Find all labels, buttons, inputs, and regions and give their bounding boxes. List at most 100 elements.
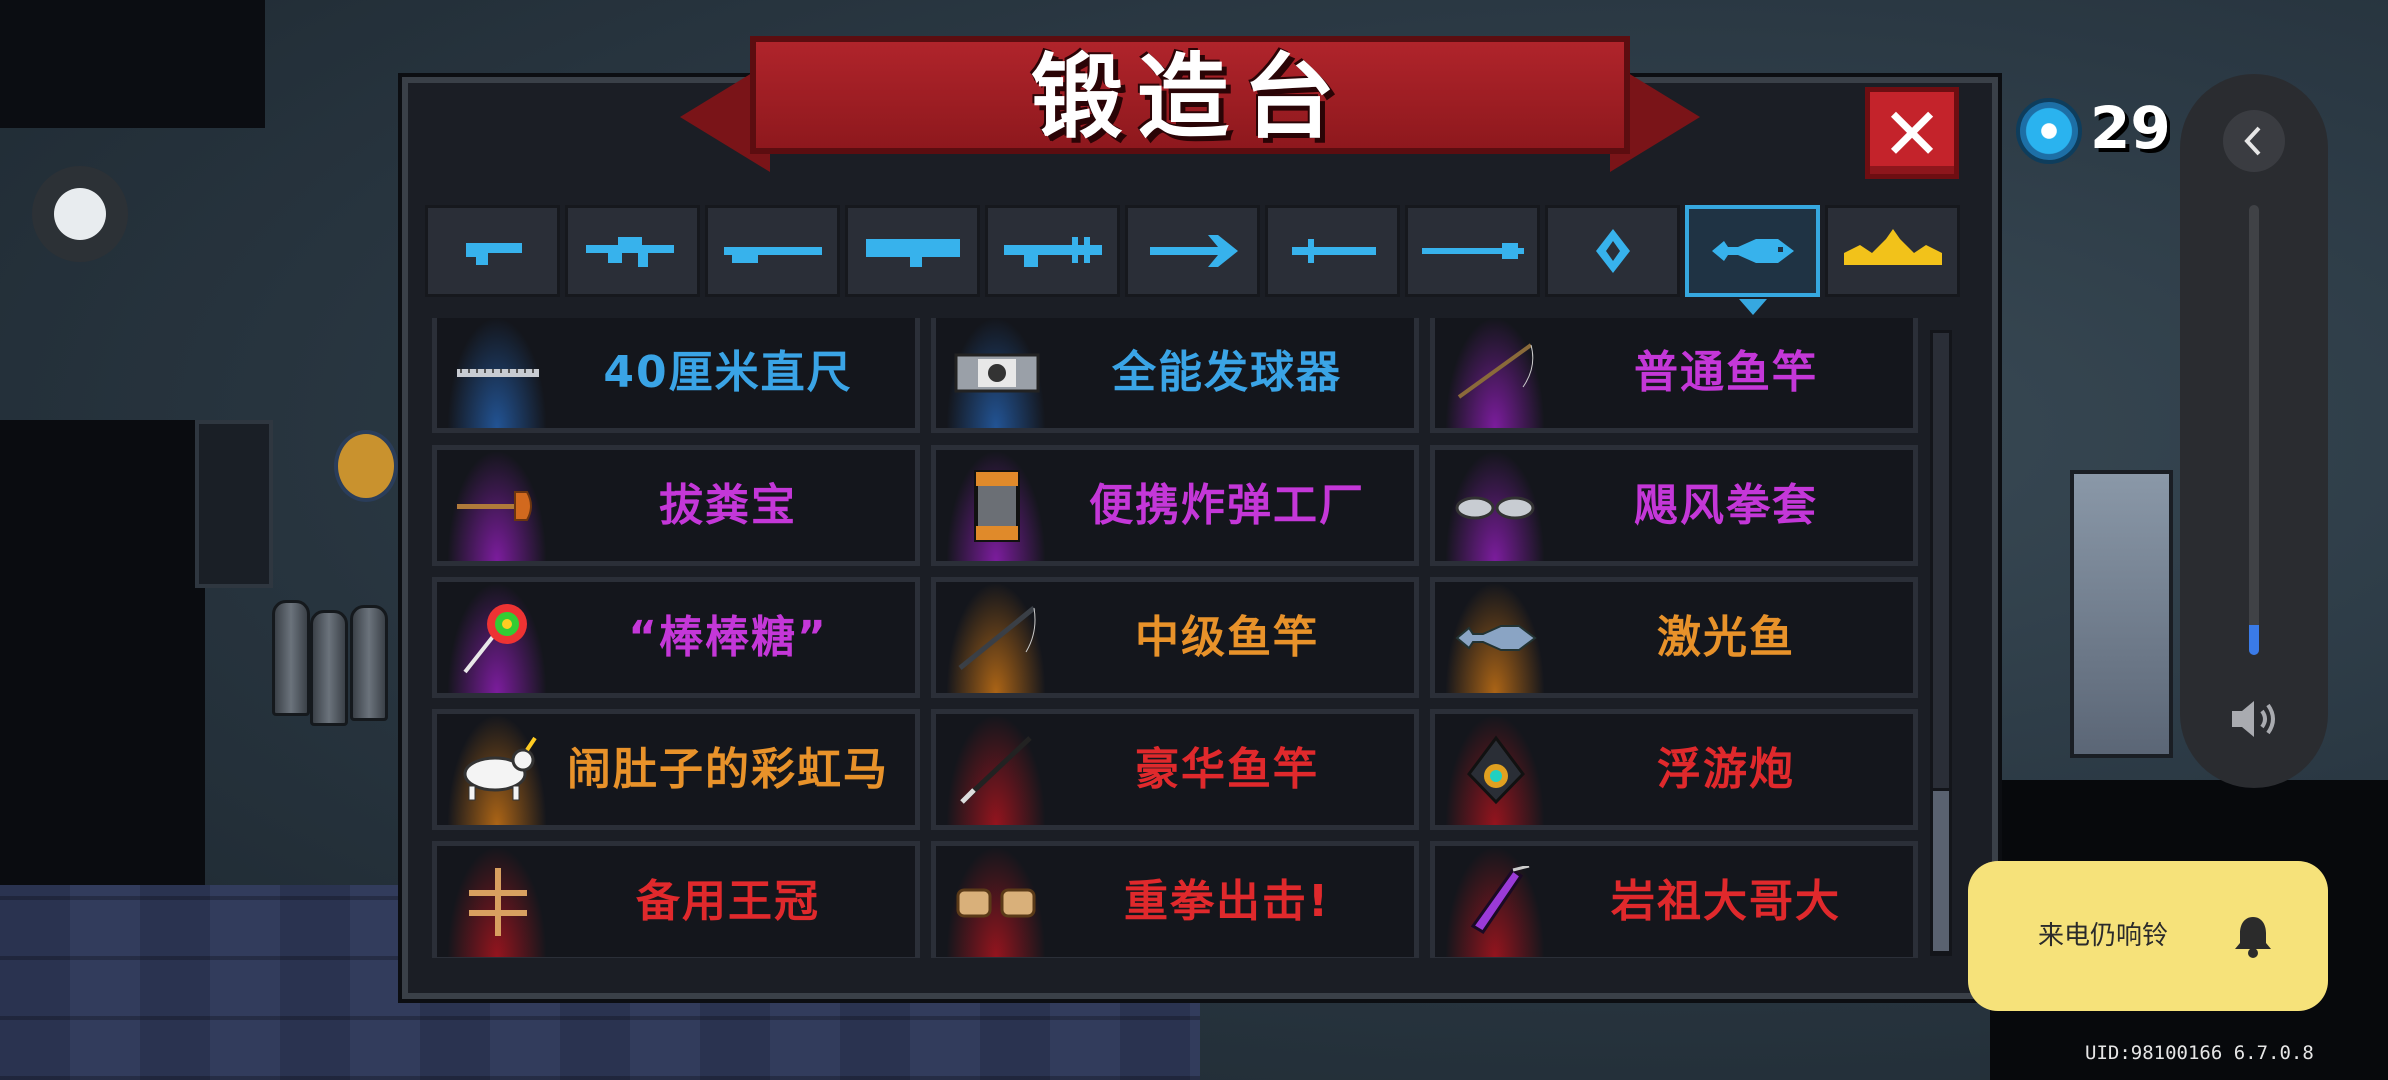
notification-text: 来电仍响铃 <box>2038 921 2169 951</box>
item-grid: 40厘米直尺 全能发球器 普通鱼竿 拔粪宝 便携炸弹工厂 飓风拳套 “棒棒糖” … <box>432 318 1920 958</box>
background-gas-tank <box>310 610 348 726</box>
item-card[interactable]: 全能发球器 <box>931 318 1419 433</box>
item-name: 岩祖大哥大 <box>1611 876 1841 927</box>
fists-icon <box>956 888 1036 918</box>
tab-spear[interactable] <box>1405 205 1540 297</box>
category-tabs <box>425 205 1965 315</box>
shotgun-icon <box>723 247 822 263</box>
item-card[interactable]: “棒棒糖” <box>432 577 920 698</box>
item-name: “棒棒糖” <box>628 612 828 663</box>
item-name: 激光鱼 <box>1657 612 1795 663</box>
fishing-rod-icon <box>1457 343 1534 399</box>
unicorn-icon <box>463 736 537 801</box>
gem-icon <box>2016 98 2082 164</box>
item-card[interactable]: 重拳出击! <box>931 841 1419 958</box>
ring-notification[interactable]: 来电仍响铃 <box>1968 861 2328 1011</box>
ruler-icon <box>457 369 539 377</box>
spare-crown-icon <box>469 868 527 936</box>
item-row: 拔粪宝 便携炸弹工厂 飓风拳套 <box>432 445 1920 566</box>
laser-fish-icon <box>1455 625 1537 651</box>
item-name: 飓风拳套 <box>1634 480 1818 531</box>
laser-gun-icon <box>1003 237 1102 267</box>
staff-icon <box>1595 229 1630 273</box>
scrollbar-thumb[interactable] <box>1930 788 1952 954</box>
item-card[interactable]: 飓风拳套 <box>1430 445 1918 566</box>
ball-launcher-icon <box>954 353 1040 393</box>
item-card[interactable]: 便携炸弹工厂 <box>931 445 1419 566</box>
bell-icon <box>2235 917 2271 958</box>
tab-bow[interactable] <box>1125 205 1260 297</box>
item-name: 中级鱼竿 <box>1135 612 1319 663</box>
minimap-area <box>0 0 265 128</box>
joystick-knob[interactable] <box>54 188 106 240</box>
item-row: 40厘米直尺 全能发球器 普通鱼竿 <box>432 318 1920 433</box>
active-tab-pointer <box>1738 299 1767 315</box>
item-name: 拔粪宝 <box>659 480 797 531</box>
page-title: 锻造台 <box>1030 44 1349 151</box>
fishing-rod-icon <box>960 736 1032 804</box>
tab-fish[interactable] <box>1685 205 1820 315</box>
sword-icon <box>1291 239 1376 263</box>
item-card[interactable]: 浮游炮 <box>1430 709 1918 830</box>
gem-count: 290 <box>2090 96 2170 160</box>
background-gas-tank <box>272 600 310 716</box>
fishing-rod-icon <box>958 606 1036 670</box>
title-banner: 锻造台 <box>680 30 1700 172</box>
tab-staff[interactable] <box>1545 205 1680 297</box>
close-icon: ✕ <box>1881 92 1943 176</box>
item-card[interactable]: 备用王冠 <box>432 841 920 958</box>
fish-icon <box>1711 239 1794 263</box>
item-name: 闹肚子的彩虹马 <box>567 744 889 795</box>
item-card[interactable]: 岩祖大哥大 <box>1430 841 1918 958</box>
item-row: 闹肚子的彩虹马 豪华鱼竿 浮游炮 <box>432 709 1920 830</box>
uid-version-label: UID:98100166 6.7.0.8 <box>2085 1042 2314 1064</box>
item-card[interactable]: 40厘米直尺 <box>432 318 920 433</box>
item-name: 重拳出击! <box>1123 876 1331 927</box>
item-card[interactable]: 拔粪宝 <box>432 445 920 566</box>
tab-laser-gun[interactable] <box>985 205 1120 297</box>
rocket-launcher-icon <box>865 239 960 267</box>
assault-rifle-icon <box>585 237 674 267</box>
tab-pistol[interactable] <box>425 205 560 297</box>
item-name: 豪华鱼竿 <box>1135 744 1319 795</box>
item-name: 普通鱼竿 <box>1634 347 1818 398</box>
bow-icon <box>1149 235 1238 267</box>
item-card[interactable]: 中级鱼竿 <box>931 577 1419 698</box>
gauntlet-icon <box>1455 496 1535 520</box>
item-card[interactable]: 普通鱼竿 <box>1430 318 1918 433</box>
background-wall <box>0 420 205 890</box>
background-door <box>195 420 273 588</box>
item-card[interactable]: 激光鱼 <box>1430 577 1918 698</box>
crown-icon <box>1843 229 1942 265</box>
item-card[interactable]: 闹肚子的彩虹马 <box>432 709 920 830</box>
lollipop-icon <box>463 604 527 674</box>
bomb-factory-icon <box>974 470 1020 542</box>
item-name: 40厘米直尺 <box>603 347 853 398</box>
phone-icon <box>1470 866 1530 935</box>
item-row: 备用王冠 重拳出击! 岩祖大哥大 <box>432 841 1920 958</box>
item-card[interactable]: 豪华鱼竿 <box>931 709 1419 830</box>
background-machine <box>2070 470 2173 758</box>
item-name: 全能发球器 <box>1112 347 1342 398</box>
tab-sword[interactable] <box>1265 205 1400 297</box>
spear-icon <box>1421 243 1524 259</box>
tab-rocket-launcher[interactable] <box>845 205 980 297</box>
item-name: 便携炸弹工厂 <box>1089 480 1365 531</box>
volume-slider[interactable] <box>2249 205 2259 655</box>
npc-character[interactable] <box>322 430 402 540</box>
plunger-icon <box>457 491 532 521</box>
background-gas-tank <box>350 605 388 721</box>
pistol-icon <box>465 243 522 265</box>
volume-level <box>2249 625 2259 655</box>
tab-crown[interactable] <box>1825 205 1960 297</box>
volume-collapse-button[interactable] <box>2223 110 2285 172</box>
close-button[interactable]: ✕ <box>1865 87 1959 179</box>
joystick-button[interactable] <box>32 166 128 262</box>
tab-assault-rifle[interactable] <box>565 205 700 297</box>
banner-ribbon: 锻造台 <box>750 36 1630 154</box>
tab-shotgun[interactable] <box>705 205 840 297</box>
chevron-left-icon <box>2244 126 2261 156</box>
speaker-icon[interactable] <box>2226 695 2282 743</box>
item-row: “棒棒糖” 中级鱼竿 激光鱼 <box>432 577 1920 698</box>
item-name: 备用王冠 <box>636 876 820 927</box>
